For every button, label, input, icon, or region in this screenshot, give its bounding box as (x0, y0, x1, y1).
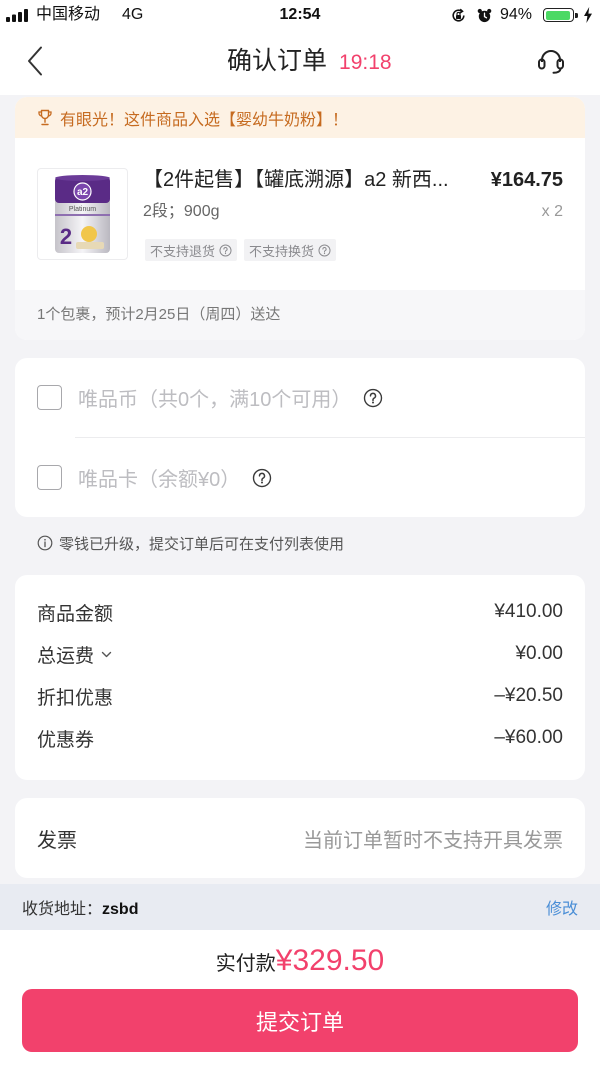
option-vip-coin[interactable]: 唯品币（共0个，满10个可用） (15, 358, 585, 437)
checkout-footer: 实付款 ¥329.50 提交订单 (0, 930, 600, 1067)
battery-fill (545, 10, 570, 20)
back-button[interactable] (18, 42, 52, 80)
tag-no-return[interactable]: 不支持退货 (145, 239, 238, 261)
summary-row-coupon: 优惠券 –¥60.00 (37, 717, 563, 759)
shipping-label-group[interactable]: 总运费 (37, 641, 112, 668)
trophy-icon (38, 109, 52, 126)
edit-address-link[interactable]: 修改 (546, 895, 578, 919)
countdown-timer: 19:18 (339, 51, 392, 74)
submit-order-button[interactable]: 提交订单 (22, 989, 578, 1052)
invoice-card: 发票 当前订单暂时不支持开具发票 (15, 798, 585, 878)
product-line-text: Platinum (69, 206, 96, 213)
service-tags: 不支持退货 不支持换货 (145, 239, 343, 261)
product-quantity: x 2 (541, 203, 563, 220)
customer-service-button[interactable] (530, 44, 572, 78)
product-item[interactable]: a2 Platinum 2 【2件起售】【罐底溯源】a2 新西... ¥164.… (15, 138, 585, 290)
page-title-group: 确认订单 19:18 (227, 42, 392, 80)
product-image: a2 Platinum 2 (37, 168, 128, 260)
help-icon[interactable] (252, 468, 272, 488)
help-icon[interactable] (219, 243, 232, 257)
help-icon[interactable] (363, 388, 383, 408)
invoice-row: 发票 当前订单暂时不支持开具发票 (15, 798, 585, 878)
formula-can-image: a2 Platinum 2 (55, 175, 110, 253)
summary-label: 商品金额 (37, 603, 114, 625)
recommend-banner: 有眼光！这件商品入选【婴幼牛奶粉】！ (15, 97, 585, 138)
tag-no-exchange[interactable]: 不支持换货 (244, 239, 337, 261)
price-summary-card: 商品金额 ¥410.00 总运费 ¥0.00 折扣优惠 –¥20.50 优惠券 … (15, 575, 585, 780)
wallet-notice: 零钱已升级，提交订单后可在支付列表使用 (37, 533, 344, 553)
summary-value: –¥60.00 (494, 727, 563, 748)
summary-row-shipping[interactable]: 总运费 ¥0.00 (37, 633, 563, 675)
rotation-lock-icon (452, 8, 465, 22)
total-label: 实付款 (215, 953, 276, 975)
battery-percent: 94% (500, 6, 533, 23)
tag-label: 不支持退货 (150, 243, 216, 259)
page-title: 确认订单 (227, 47, 328, 75)
option-label: 唯品卡（余额¥0） (78, 469, 241, 491)
battery-icon (543, 8, 574, 22)
payment-options-card: 唯品币（共0个，满10个可用） 唯品卡（余额¥0） (15, 358, 585, 517)
delivery-info: 1个包裹，预计2月25日（周四）送达 (15, 290, 585, 340)
option-vip-card[interactable]: 唯品卡（余额¥0） (15, 438, 585, 517)
vip-coin-checkbox[interactable] (37, 385, 62, 410)
brand-logo-text: a2 (77, 187, 89, 198)
notice-text: 零钱已升级，提交订单后可在支付列表使用 (59, 535, 345, 553)
banner-text: 有眼光！这件商品入选【婴幼牛奶粉】！ (60, 111, 349, 129)
summary-label: 优惠券 (37, 729, 95, 751)
invoice-label: 发票 (37, 829, 77, 852)
option-label: 唯品币（共0个，满10个可用） (78, 389, 352, 411)
summary-row-discount: 折扣优惠 –¥20.50 (37, 675, 563, 717)
vip-card-checkbox[interactable] (37, 465, 62, 490)
summary-label: 折扣优惠 (37, 687, 114, 709)
summary-label: 总运费 (37, 645, 95, 667)
top-bar: 中国移动 4G 12:54 94% 确认订单 19:18 (0, 0, 600, 95)
tag-label: 不支持换货 (249, 243, 315, 259)
address-summary: 收货地址：zsbd (22, 895, 138, 919)
summary-row-goods: 商品金额 ¥410.00 (37, 591, 563, 633)
chevron-left-icon (28, 46, 42, 76)
alarm-icon (477, 8, 492, 23)
product-spec: 2段；900g (143, 203, 220, 220)
chevron-down-icon[interactable] (101, 651, 112, 658)
submit-label: 提交订单 (255, 1009, 344, 1035)
headset-icon (538, 50, 564, 74)
product-title: 【2件起售】【罐底溯源】a2 新西... (143, 169, 449, 191)
stage-number: 2 (60, 224, 72, 249)
invoice-status: 当前订单暂时不支持开具发票 (303, 829, 563, 852)
recipient-name: zsbd (102, 901, 139, 918)
summary-value: –¥20.50 (494, 685, 563, 706)
address-label: 收货地址： (22, 901, 103, 918)
product-price: ¥164.75 (490, 169, 563, 191)
summary-value: ¥410.00 (494, 601, 563, 622)
total-value: ¥329.50 (275, 944, 385, 977)
summary-value: ¥0.00 (515, 643, 563, 664)
battery-terminal (575, 12, 578, 18)
help-icon[interactable] (318, 243, 331, 257)
order-items-card: 有眼光！这件商品入选【婴幼牛奶粉】！ a2 Platinum 2 【2件起售】【… (15, 97, 585, 340)
shipping-address-bar: 收货地址：zsbd 修改 (0, 884, 600, 930)
info-icon (37, 535, 53, 551)
charging-icon (584, 7, 592, 23)
total-amount: 实付款 ¥329.50 (0, 944, 600, 978)
